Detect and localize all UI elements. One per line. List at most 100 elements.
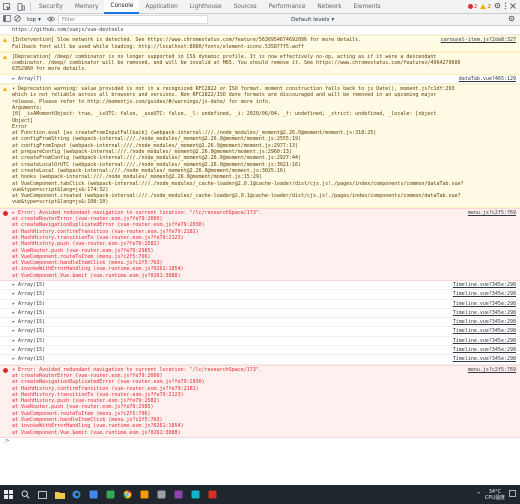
console-error-message[interactable]: ▾ Error: Avoided redundant navigation to… — [0, 364, 520, 438]
console-warning-message[interactable]: [Deprecation] /deep/ combinator is no lo… — [0, 51, 520, 75]
console-prompt[interactable]: > — [0, 438, 520, 444]
app-icon-blue[interactable] — [85, 485, 102, 504]
console-log-message[interactable]: ▸ Array(15) Timeline.vue?345e:298 — [0, 300, 520, 309]
tab-elements[interactable]: Elements — [348, 0, 387, 14]
start-button[interactable] — [0, 485, 17, 504]
tab-application[interactable]: Application — [139, 0, 183, 14]
console-log-message[interactable]: ▸ Array(15) Timeline.vue?345e:298 — [0, 337, 520, 347]
source-link[interactable]: menu.js?c2f5:769 — [468, 210, 516, 216]
console-message-line: Fallback font will be used while loading… — [12, 43, 304, 50]
console-message-line: at VueComponent.Vue.$emit (vue.runtime.e… — [12, 429, 181, 436]
file-explorer-icon[interactable] — [51, 485, 68, 504]
sidebar-toggle-icon[interactable] — [3, 15, 11, 24]
source-link[interactable]: menu.js?c2f5:769 — [468, 367, 516, 373]
source-link[interactable]: Timeline.vue?345e:298 — [453, 291, 516, 297]
cpu-temp-label: CPU温度 — [484, 494, 505, 501]
error-count: 2 — [473, 3, 478, 10]
console-log-message[interactable]: ▸ Array(15) Timeline.vue?345e:298 — [0, 327, 520, 337]
app-icon-teal[interactable] — [187, 485, 204, 504]
close-devtools-icon[interactable] — [510, 2, 516, 11]
console-message-line: combinator. /deep/ combinator will be re… — [12, 60, 461, 67]
chrome-browser-icon[interactable] — [119, 485, 136, 504]
task-view-icon[interactable] — [34, 485, 51, 504]
settings-gear-icon[interactable] — [494, 2, 501, 11]
app-icon-purple[interactable] — [170, 485, 187, 504]
console-message-line: at VueComponent.tabClick (webpack-intern… — [12, 180, 464, 187]
source-link[interactable]: Timeline.vue?345e:298 — [453, 319, 516, 325]
warning-icon — [3, 38, 7, 43]
context-select[interactable]: top ▾ — [24, 17, 44, 23]
app-icon-orange[interactable] — [136, 485, 153, 504]
tab-console[interactable]: Console — [104, 0, 140, 14]
context-value: top — [27, 16, 37, 23]
log-levels-dropdown[interactable]: Default levels ▾ — [291, 17, 334, 23]
tab-performance[interactable]: Performance — [263, 0, 312, 14]
console-message-line: vue&type=script&lang=js&:108:10) — [12, 199, 109, 206]
console-warning-message[interactable]: ▾ Deprecation warning: value provided is… — [0, 84, 520, 208]
devtools-tabbar: Security Memory Console Application Ligh… — [0, 0, 520, 14]
console-message-line: ▸ Array(15) — [12, 337, 46, 344]
filter-input[interactable]: Filter — [57, 15, 208, 24]
tab-sources[interactable]: Sources — [228, 0, 263, 14]
console-message-line: ▸ Array(15) — [12, 300, 46, 307]
filter-placeholder: Filter — [61, 16, 76, 23]
clear-console-icon[interactable] — [14, 15, 21, 24]
console-message-line: ▸ Array(15) — [12, 291, 46, 298]
console-log-message[interactable]: ▸ Array(15) Timeline.vue?345e:298 — [0, 309, 520, 319]
console-log-message[interactable]: https://github.com/vuejs/vue-devtools — [0, 26, 520, 36]
error-count-badge[interactable]: 2 — [467, 3, 478, 10]
source-link[interactable]: Timeline.vue?345e:298 — [453, 347, 516, 353]
more-options-icon[interactable] — [504, 2, 507, 12]
console-log-message[interactable]: ▸ Array(15) Timeline.vue?345e:298 — [0, 281, 520, 291]
inspect-icon[interactable] — [0, 0, 14, 14]
console-message-line: ▸ Array(15) — [12, 319, 46, 326]
tab-memory[interactable]: Memory — [69, 0, 105, 14]
log-levels-label: Default levels — [290, 16, 330, 23]
device-toolbar-icon[interactable] — [14, 0, 28, 14]
console-log-message[interactable]: ▸ Array(15) Timeline.vue?345e:298 — [0, 346, 520, 356]
tab-security[interactable]: Security — [33, 0, 69, 14]
source-link[interactable]: Timeline.vue?345e:298 — [453, 310, 516, 316]
source-link[interactable]: Timeline.vue?345e:298 — [453, 356, 516, 362]
console-log-message[interactable]: ▸ Array(7) dataTab.vue?465:129 — [0, 75, 520, 85]
chevron-down-icon: ▾ — [38, 16, 41, 23]
search-icon[interactable] — [17, 485, 34, 504]
console-toolbar: top ▾ Filter Default levels ▾ — [0, 14, 520, 26]
notifications-icon[interactable] — [509, 490, 516, 499]
error-icon — [3, 367, 8, 373]
source-link[interactable]: Timeline.vue?345e:298 — [453, 328, 516, 334]
console-settings-icon[interactable] — [508, 15, 515, 24]
console-message-line: 6352960 for more details. — [12, 66, 88, 73]
source-link[interactable]: carousel-item.js?2da8:327 — [441, 37, 516, 43]
error-icon — [467, 4, 473, 9]
console-message-line: ▸ Array(7) — [12, 75, 43, 82]
source-link[interactable]: dataTab.vue?465:129 — [459, 76, 516, 82]
edge-browser-icon[interactable] — [68, 485, 85, 504]
system-tray: ^ 34°C CPU温度 — [477, 489, 520, 501]
source-link[interactable]: Timeline.vue?345e:298 — [453, 282, 516, 288]
console-log-message[interactable]: ▸ Array(15) Timeline.vue?345e:298 — [0, 318, 520, 328]
warning-count: 2 — [487, 3, 491, 10]
app-icon-gray[interactable] — [153, 485, 170, 504]
tab-network[interactable]: Network — [311, 0, 347, 14]
console-message-line: ▸ Array(15) — [12, 281, 46, 288]
app-icon-green[interactable] — [102, 485, 119, 504]
console-log-area: https://github.com/vuejs/vue-devtools [In… — [0, 26, 520, 485]
console-warning-message[interactable]: [Intervention] Slow network is detected.… — [0, 35, 520, 52]
console-log-message[interactable]: ▸ Array(15) Timeline.vue?345e:298 — [0, 355, 520, 365]
windows-taskbar: ^ 34°C CPU温度 — [0, 485, 520, 504]
chevron-down-icon: ▾ — [331, 16, 335, 23]
app-icon-red[interactable] — [204, 485, 221, 504]
tray-up-arrow-icon[interactable]: ^ — [477, 492, 481, 498]
live-expression-eye-icon[interactable] — [47, 16, 55, 24]
source-link[interactable]: Timeline.vue?345e:298 — [453, 338, 516, 344]
console-message-line: ▸ Array(15) — [12, 309, 46, 316]
console-message-line: ▸ Array(15) — [12, 356, 46, 363]
cpu-temperature[interactable]: 34°C CPU温度 — [485, 489, 505, 501]
console-message-line: https://github.com/vuejs/vue-devtools — [12, 27, 124, 33]
console-log-message[interactable]: ▸ Array(15) Timeline.vue?345e:298 — [0, 290, 520, 300]
source-link[interactable]: Timeline.vue?345e:298 — [453, 301, 516, 307]
tab-lighthouse[interactable]: Lighthouse — [184, 0, 228, 14]
warning-count-badge[interactable]: 2 — [480, 4, 491, 10]
console-error-message[interactable]: ▸ Error: Avoided redundant navigation to… — [0, 207, 520, 281]
